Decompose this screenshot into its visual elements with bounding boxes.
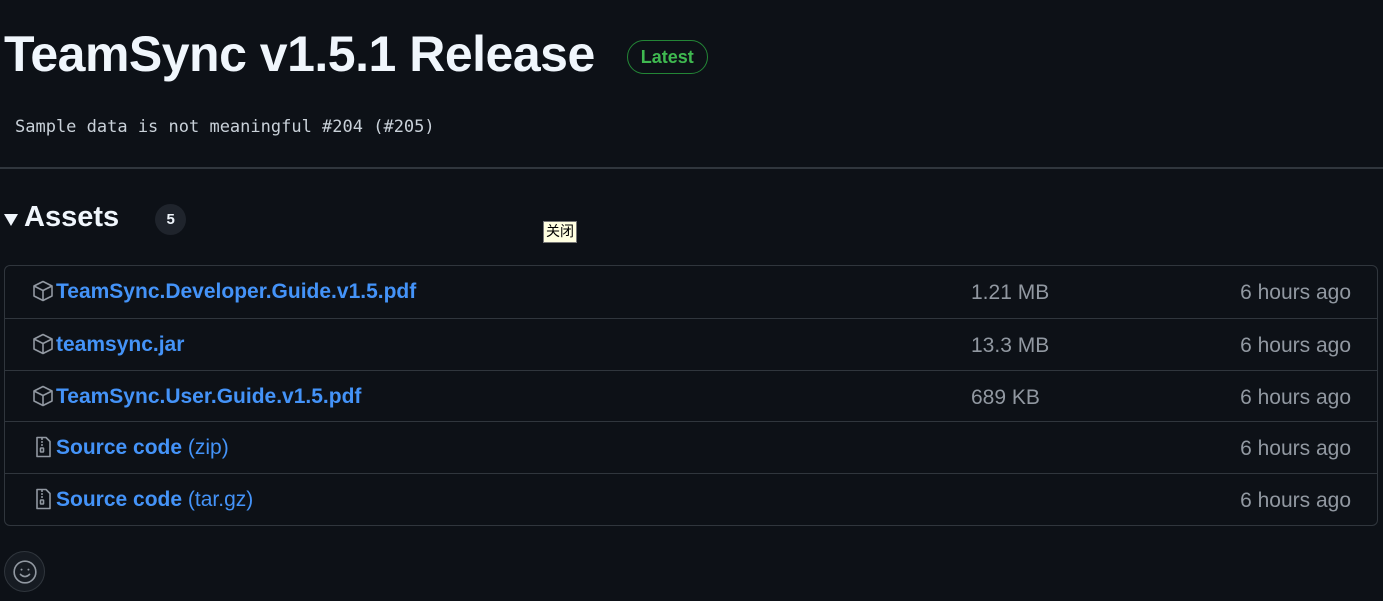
file-zip-icon (31, 435, 55, 459)
add-reaction-button[interactable] (4, 551, 45, 592)
release-page: TeamSync v1.5.1 Release Latest Sample da… (0, 0, 1383, 601)
asset-row: teamsync.jar 13.3 MB 6 hours ago (5, 317, 1377, 370)
asset-link[interactable]: Source code (zip) (56, 436, 229, 460)
latest-badge: Latest (626, 40, 708, 74)
asset-link[interactable]: TeamSync.User.Guide.v1.5.pdf (56, 385, 361, 409)
assets-toggle[interactable]: Assets 5 (4, 200, 187, 235)
asset-link[interactable]: TeamSync.Developer.Guide.v1.5.pdf (56, 280, 416, 304)
triangle-down-icon (4, 213, 18, 226)
divider (0, 167, 1383, 169)
release-title[interactable]: TeamSync v1.5.1 Release (4, 24, 595, 84)
asset-row: TeamSync.User.Guide.v1.5.pdf 689 KB 6 ho… (5, 369, 1377, 422)
assets-label: Assets (24, 201, 120, 233)
asset-time: 6 hours ago (1240, 333, 1351, 357)
asset-size: 689 KB (971, 385, 1040, 409)
asset-size: 1.21 MB (971, 281, 1050, 304)
asset-time: 6 hours ago (1240, 489, 1351, 513)
asset-name: TeamSync.Developer.Guide.v1.5.pdf (56, 280, 417, 303)
package-icon (31, 384, 55, 408)
release-header: TeamSync v1.5.1 Release Latest (4, 24, 708, 84)
asset-time: 6 hours ago (1240, 385, 1351, 409)
assets-count-badge: 5 (155, 204, 187, 235)
asset-time: 6 hours ago (1240, 437, 1351, 461)
smiley-icon (12, 559, 37, 584)
package-icon (31, 279, 55, 303)
asset-row: Source code (tar.gz) 6 hours ago (5, 473, 1377, 525)
asset-name: Source code (56, 488, 183, 512)
asset-link[interactable]: Source code (tar.gz) (56, 488, 253, 512)
asset-format: (tar.gz) (187, 488, 254, 512)
asset-size: 13.3 MB (971, 333, 1050, 357)
asset-format: (zip) (187, 436, 229, 460)
asset-name: teamsync.jar (56, 332, 185, 356)
package-icon (31, 332, 55, 356)
asset-time: 6 hours ago (1240, 281, 1351, 304)
assets-list: TeamSync.Developer.Guide.v1.5.pdf 1.21 M… (4, 265, 1378, 526)
release-notes: Sample data is not meaningful #204 (#205… (15, 117, 435, 137)
tooltip: 关闭 (543, 221, 577, 243)
asset-link[interactable]: teamsync.jar (56, 333, 184, 357)
asset-name: Source code (56, 436, 183, 460)
asset-row: TeamSync.Developer.Guide.v1.5.pdf 1.21 M… (5, 266, 1377, 318)
asset-name: TeamSync.User.Guide.v1.5.pdf (56, 384, 362, 408)
asset-row: Source code (zip) 6 hours ago (5, 421, 1377, 473)
file-zip-icon (31, 487, 55, 511)
